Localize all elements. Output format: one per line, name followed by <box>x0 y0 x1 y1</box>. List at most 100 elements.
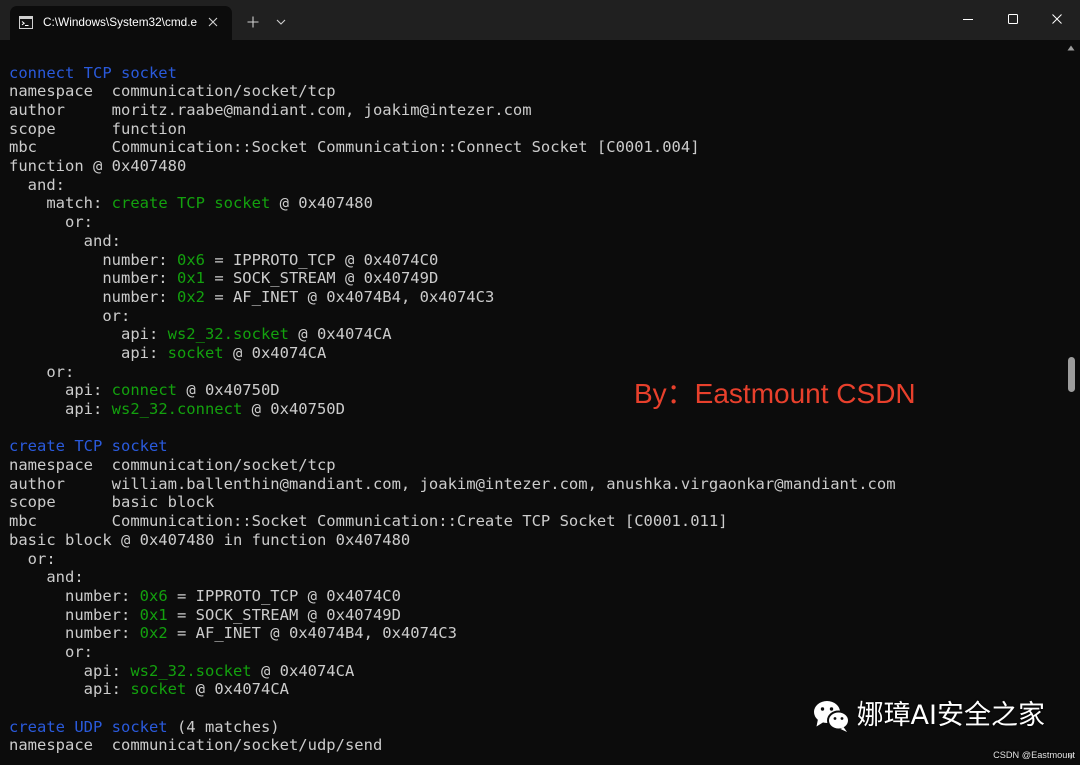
terminal-line: author moritz.raabe@mandiant.com, joakim… <box>9 101 896 120</box>
output-text: scope function <box>9 119 187 138</box>
output-text: and: <box>9 175 65 194</box>
output-text: author william.ballenthin@mandiant.com, … <box>9 474 896 493</box>
output-text: @ 0x4074CA <box>186 680 289 699</box>
output-text: @ 0x40750D <box>176 381 280 400</box>
maximize-icon <box>1007 14 1018 24</box>
output-text: api: <box>9 661 131 680</box>
rule-name: connect TCP socket <box>9 63 177 82</box>
terminal-line: and: <box>9 568 896 587</box>
tab-title: C:\Windows\System32\cmd.e <box>43 15 198 29</box>
minimize-icon <box>963 19 973 20</box>
terminal-window: C:\Windows\System32\cmd.e connect TCP so… <box>0 0 1080 765</box>
matched-feature: ws2_32.socket <box>167 325 289 344</box>
terminal-line: create UDP socket (4 matches) <box>9 718 896 737</box>
terminal-line: scope function <box>9 120 896 139</box>
tab-close-button[interactable] <box>201 10 225 34</box>
terminal-line: and: <box>9 232 896 251</box>
output-text: number: <box>9 287 177 306</box>
terminal-line: or: <box>9 550 896 569</box>
output-text: match: <box>9 194 112 213</box>
output-text: = AF_INET @ 0x4074B4, 0x4074C3 <box>167 624 457 643</box>
csdn-watermark: CSDN @Eastmount <box>993 750 1075 760</box>
output-text: or: <box>9 642 93 661</box>
terminal-line: number: 0x1 = SOCK_STREAM @ 0x40749D <box>9 269 896 288</box>
matched-feature: socket <box>167 343 224 362</box>
output-text: function @ 0x407480 <box>9 157 187 176</box>
output-text: api: <box>9 343 168 362</box>
close-icon <box>1052 14 1062 24</box>
output-text: or: <box>9 213 93 232</box>
terminal-line: number: 0x2 = AF_INET @ 0x4074B4, 0x4074… <box>9 624 896 643</box>
output-text: number: <box>9 624 140 643</box>
output-text: = IPPROTO_TCP @ 0x4074C0 <box>167 586 401 605</box>
terminal-line: api: ws2_32.socket @ 0x4074CA <box>9 325 896 344</box>
output-text: api: <box>9 400 112 419</box>
terminal-line: mbc Communication::Socket Communication:… <box>9 512 896 531</box>
output-text: number: <box>9 250 177 269</box>
output-text: = AF_INET @ 0x4074B4, 0x4074C3 <box>204 287 495 306</box>
matched-feature: ws2_32.socket <box>130 661 252 680</box>
terminal-line: api: ws2_32.socket @ 0x4074CA <box>9 662 896 681</box>
output-text: scope basic block <box>9 493 215 512</box>
minimize-button[interactable] <box>945 0 991 38</box>
terminal-output[interactable]: connect TCP socket namespace communicatio… <box>0 40 1080 765</box>
terminal-line: connect TCP socket <box>9 64 896 83</box>
scrollbar-thumb[interactable] <box>1068 356 1075 392</box>
output-text: api: <box>9 680 131 699</box>
terminal-line: mbc Communication::Socket Communication:… <box>9 138 896 157</box>
output-text: = IPPROTO_TCP @ 0x4074C0 <box>204 250 439 269</box>
output-text: number: <box>9 605 140 624</box>
maximize-button[interactable] <box>991 0 1034 38</box>
output-text: number: <box>9 586 140 605</box>
terminal-line: api: socket @ 0x4074CA <box>9 344 896 363</box>
matched-feature: 0x1 <box>176 269 205 288</box>
matched-feature: socket <box>130 680 187 699</box>
terminal-line: or: <box>9 307 896 326</box>
output-text: (4 matches) <box>167 717 280 736</box>
output-text: and: <box>9 231 121 250</box>
terminal-line: scope basic block <box>9 493 896 512</box>
output-text: @ 0x4074CA <box>223 343 327 362</box>
terminal-line: author william.ballenthin@mandiant.com, … <box>9 475 896 494</box>
wechat-watermark: 娜璋AI安全之家 <box>813 697 1045 735</box>
matched-feature: 0x2 <box>176 287 205 306</box>
tab-cmd[interactable]: C:\Windows\System32\cmd.e <box>10 6 232 40</box>
output-text: mbc Communication::Socket Communication:… <box>9 512 728 531</box>
wechat-icon <box>813 701 850 732</box>
matched-feature: connect <box>111 381 177 400</box>
output-text: and: <box>9 568 84 587</box>
output-text: namespace communication/socket/udp/send <box>9 736 383 755</box>
vertical-scrollbar[interactable] <box>1065 40 1079 765</box>
output-text: = SOCK_STREAM @ 0x40749D <box>167 605 401 624</box>
terminal-line: and: <box>9 176 896 195</box>
output-text: or: <box>9 362 75 381</box>
terminal-line: create TCP socket <box>9 437 896 456</box>
new-tab-dropdown-button[interactable] <box>267 8 295 36</box>
terminal-line: namespace communication/socket/tcp <box>9 456 896 475</box>
output-text: namespace communication/socket/tcp <box>9 82 336 101</box>
output-text: api: <box>9 381 112 400</box>
rule-name: create UDP socket <box>9 717 168 736</box>
output-text: namespace communication/socket/tcp <box>9 456 336 475</box>
matched-feature: create TCP socket <box>111 194 271 213</box>
scroll-up-button[interactable] <box>1066 43 1076 53</box>
close-window-button[interactable] <box>1034 0 1080 38</box>
output-text: or: <box>9 549 56 568</box>
output-text: @ 0x4074CA <box>251 661 355 680</box>
output-text: author moritz.raabe@mandiant.com, joakim… <box>9 101 532 120</box>
new-tab-button[interactable] <box>239 8 267 36</box>
matched-feature: 0x6 <box>176 250 205 269</box>
output-text: number: <box>9 269 177 288</box>
terminal-line: match: create TCP socket @ 0x407480 <box>9 194 896 213</box>
title-bar[interactable]: C:\Windows\System32\cmd.e <box>0 0 1080 40</box>
output-text: @ 0x4074CA <box>288 325 392 344</box>
output-text: or: <box>9 306 131 325</box>
output-text: @ 0x40750D <box>242 400 345 419</box>
matched-feature: 0x6 <box>139 586 168 605</box>
terminal-line: or: <box>9 213 896 232</box>
terminal-line: api: socket @ 0x4074CA <box>9 680 896 699</box>
chevron-down-icon <box>276 19 286 25</box>
author-watermark: By：Eastmount CSDN <box>634 378 916 409</box>
plus-icon <box>247 16 259 28</box>
